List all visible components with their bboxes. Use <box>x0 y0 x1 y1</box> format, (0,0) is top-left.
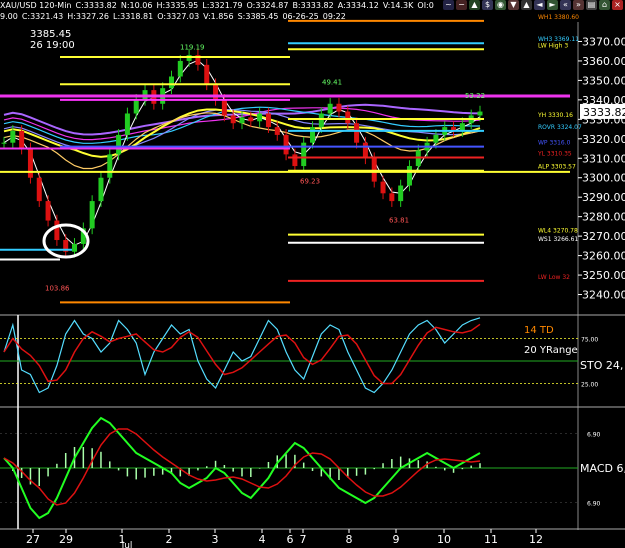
candle-body <box>310 127 316 143</box>
sto-label: STO 24, <box>580 359 623 372</box>
candle-body <box>89 201 95 229</box>
candle-body <box>204 64 210 85</box>
sto-td-label: 14 TD <box>524 325 554 336</box>
level-label: YL 3310.35 <box>537 150 572 157</box>
chart-svg: 3370.003360.003350.003340.003330.003320.… <box>0 14 625 548</box>
candle-body <box>354 123 360 143</box>
y-tick-label: 3280.00 <box>582 211 625 224</box>
candle-body <box>362 142 368 159</box>
candle-body <box>98 177 104 202</box>
candle-body <box>230 115 236 124</box>
candle-body <box>380 181 386 194</box>
x-tick-label: 8 <box>346 533 353 546</box>
x-tick-label: 2 <box>166 533 173 546</box>
candle-body <box>72 243 78 252</box>
y-tick-label: 3320.00 <box>582 133 625 146</box>
level-label: ROVR 3324.07 <box>538 124 582 131</box>
y-tick-label: 3290.00 <box>582 191 625 204</box>
y-tick-label: 3310.00 <box>582 152 625 165</box>
candle-body <box>124 113 130 135</box>
y-tick-label: 3370.00 <box>582 35 625 48</box>
chart-window: { "header": { "line1": ["XAU/USD 120-Min… <box>0 0 625 548</box>
x-tick-label: 6 <box>287 533 294 546</box>
candle-body <box>10 131 16 143</box>
x-tick-label: 11 <box>484 533 498 546</box>
macd-tick-label: 6.90 <box>587 432 601 439</box>
level-label: WP 3316.0 <box>538 140 571 147</box>
candle-body <box>239 117 245 124</box>
x-tick-label: 10 <box>437 533 451 546</box>
candle-body <box>336 103 342 112</box>
candle-body <box>19 131 25 149</box>
candle-body <box>133 99 139 114</box>
sto-tick-label: 25.00 <box>581 382 598 389</box>
sto-d-line <box>3 323 481 385</box>
candle-body <box>345 111 351 124</box>
level-label: ALP 3303.57 <box>538 164 576 171</box>
candle-body <box>248 117 254 122</box>
y-tick-label: 3260.00 <box>582 250 625 263</box>
level-label: LW Low 32 <box>538 274 570 281</box>
x-tick-label: 3 <box>212 533 219 546</box>
candle-body <box>213 84 219 100</box>
candle-body <box>327 103 333 114</box>
level-label: LW High 3 <box>538 42 568 49</box>
candle-body <box>168 76 174 89</box>
macd-tick-label: 6.90 <box>587 501 601 508</box>
candle-body <box>177 60 183 77</box>
y-tick-label: 3240.00 <box>582 289 625 302</box>
candle-body <box>116 134 122 155</box>
x-tick-label: 29 <box>59 533 73 546</box>
sto-k-line <box>3 317 481 394</box>
candle-body <box>274 127 280 135</box>
swing-annotation: 103.86 <box>45 285 70 293</box>
candle-body <box>265 113 271 128</box>
y-tick-label: 3350.00 <box>582 74 625 87</box>
candle-body <box>318 113 324 128</box>
x-sub-label: Jul <box>121 541 133 548</box>
tooltip-price: 3385.45 <box>30 29 71 40</box>
candle-body <box>45 201 51 221</box>
x-tick-label: 9 <box>393 533 400 546</box>
candle-body <box>283 134 289 155</box>
x-tick-label: 12 <box>529 533 543 546</box>
macd-label: MACD 6, <box>580 462 625 475</box>
candle-body <box>389 193 395 202</box>
candle-body <box>36 177 42 202</box>
candle-body <box>433 134 439 143</box>
candle-body <box>27 148 33 178</box>
candle-body <box>406 166 412 186</box>
swing-annotation: 63.81 <box>389 217 409 225</box>
swing-annotation: 119.19 <box>180 43 205 51</box>
y-tick-label: 3270.00 <box>582 230 625 243</box>
level-label: WL4 3270.78 <box>538 228 578 235</box>
candle-body <box>1 142 7 144</box>
y-tick-label: 3250.00 <box>582 269 625 282</box>
swing-annotation: 49.41 <box>322 78 342 86</box>
x-tick-label: 27 <box>26 533 40 546</box>
level-label: YH 3330.16 <box>537 112 573 119</box>
x-tick-label: 4 <box>259 533 266 546</box>
candle-body <box>107 154 113 178</box>
sto-tick-label: 75.00 <box>581 337 598 344</box>
y-tick-label: 3360.00 <box>582 55 625 68</box>
candle-body <box>221 99 227 116</box>
tooltip-time: 26 19:00 <box>30 40 75 51</box>
y-tick-label: 3300.00 <box>582 172 625 185</box>
candle-body <box>292 154 298 167</box>
candle-body <box>398 185 404 202</box>
current-price-label: 3333.82 <box>583 106 625 119</box>
candle-body <box>477 111 483 116</box>
swing-annotation: 69.23 <box>300 178 320 186</box>
sto-range-label: 20 YRange <box>524 345 578 356</box>
level-label: WS1 3266.61 <box>538 236 578 243</box>
level-label: WH1 3380.60 <box>538 14 579 21</box>
x-tick-label: 7 <box>300 533 307 546</box>
candle-body <box>257 113 263 122</box>
candle-body <box>54 220 60 241</box>
swing-annotation: 53.22 <box>465 92 485 100</box>
